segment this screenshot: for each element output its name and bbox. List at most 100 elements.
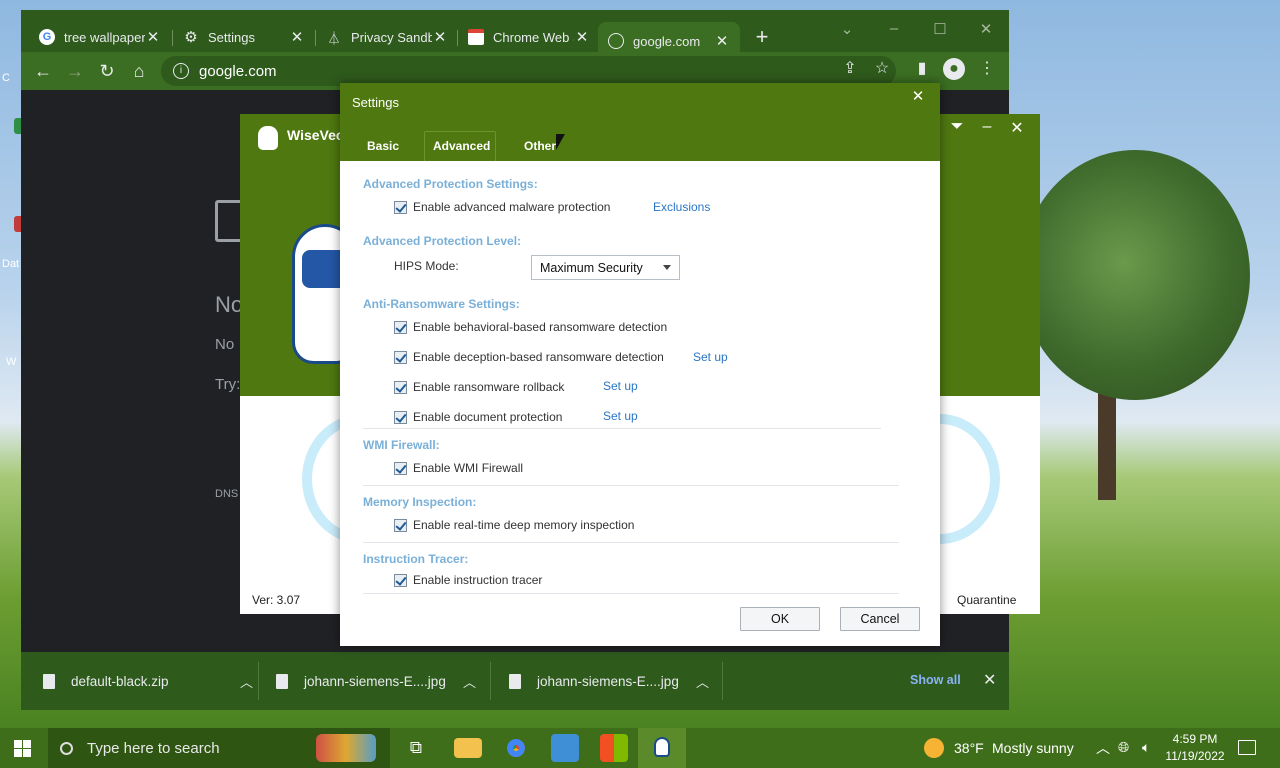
download-item[interactable]: johann-siemens-E....jpg ︿ xyxy=(276,652,476,710)
weather-description[interactable]: Mostly sunny xyxy=(992,740,1074,756)
show-all-link[interactable]: Show all xyxy=(910,673,961,687)
tab-search-icon[interactable]: ⌄ xyxy=(835,20,859,38)
network-globe-icon[interactable]: 🌐︎ xyxy=(1118,739,1129,756)
section-title: Instruction Tracer: xyxy=(363,552,469,566)
settings-header: Settings ✕ Basic Advanced Other xyxy=(340,83,940,161)
checkbox[interactable] xyxy=(394,200,407,214)
notification-icon[interactable] xyxy=(1238,740,1256,755)
checkbox[interactable] xyxy=(394,573,407,587)
wmi-firewall-checkbox[interactable]: Enable WMI Firewall xyxy=(394,461,523,475)
select-value: Maximum Security xyxy=(540,260,643,275)
checkbox[interactable] xyxy=(394,410,407,424)
section-title: Memory Inspection: xyxy=(363,495,477,509)
wisevector-close-button[interactable]: ✕ xyxy=(1007,118,1027,138)
weather-temperature[interactable]: 38°F xyxy=(954,740,984,756)
hips-mode-label: HIPS Mode: xyxy=(394,259,459,273)
clock-time[interactable]: 4:59 PM xyxy=(1166,732,1224,746)
download-divider xyxy=(722,662,723,700)
wisevector-icon xyxy=(654,737,670,757)
quarantine-link[interactable]: Quarantine xyxy=(957,593,1016,607)
document-protection-checkbox[interactable]: Enable document protection xyxy=(394,410,562,424)
close-tab-icon[interactable]: ✕ xyxy=(714,32,730,50)
tab-chrome-web-store[interactable]: Chrome Web Store ✕ xyxy=(458,22,600,52)
tab-label: Privacy Sandbox xyxy=(351,29,432,45)
try-label: Try: xyxy=(215,376,241,393)
tab-privacy-sandbox[interactable]: ⏃ Privacy Sandbox ✕ xyxy=(316,22,458,52)
hips-mode-select[interactable]: Maximum Security xyxy=(531,255,680,280)
deception-ransomware-checkbox[interactable]: Enable deception-based ransomware detect… xyxy=(394,350,664,364)
behavioral-ransomware-checkbox[interactable]: Enable behavioral-based ransomware detec… xyxy=(394,320,667,334)
exclusions-link[interactable]: Exclusions xyxy=(653,200,710,214)
profile-avatar-icon[interactable]: ● xyxy=(943,58,965,80)
back-button[interactable]: ← xyxy=(29,58,57,84)
image-file-icon xyxy=(276,673,288,689)
store-icon[interactable] xyxy=(600,734,628,762)
advanced-malware-checkbox[interactable]: Enable advanced malware protection xyxy=(394,200,610,214)
divider xyxy=(363,593,899,594)
document-setup-link[interactable]: Set up xyxy=(603,409,638,423)
tab-basic[interactable]: Basic xyxy=(367,139,399,153)
share-icon[interactable]: ⇪ xyxy=(839,58,861,80)
gear-icon: ⚙ xyxy=(184,29,198,46)
chrome-icon[interactable] xyxy=(502,734,530,762)
checkbox-label: Enable document protection xyxy=(413,410,563,424)
checkbox[interactable] xyxy=(394,320,407,334)
rollback-setup-link[interactable]: Set up xyxy=(603,379,638,393)
checkbox[interactable] xyxy=(394,350,407,364)
menu-icon[interactable]: ⋮ xyxy=(976,58,998,80)
volume-icon[interactable]: 🔈︎ xyxy=(1142,739,1150,756)
close-downloads-icon[interactable]: ✕ xyxy=(983,670,996,690)
memory-inspection-checkbox[interactable]: Enable real-time deep memory inspection xyxy=(394,518,634,532)
side-panel-icon[interactable]: ▮ xyxy=(911,58,933,80)
wisevector-taskbar-button[interactable] xyxy=(638,728,686,768)
windows-start-icon[interactable] xyxy=(14,740,31,757)
store-icon xyxy=(468,29,484,45)
forward-button[interactable]: → xyxy=(61,58,89,84)
ransomware-rollback-checkbox[interactable]: Enable ransomware rollback xyxy=(394,380,564,394)
close-tab-icon[interactable]: ✕ xyxy=(145,28,161,46)
cancel-button[interactable]: Cancel xyxy=(840,607,920,631)
photos-icon[interactable] xyxy=(551,734,579,762)
checkbox[interactable] xyxy=(394,461,407,475)
tab-advanced[interactable]: Advanced xyxy=(433,139,490,153)
download-item[interactable]: default-black.zip ︿ xyxy=(43,652,253,710)
close-tab-icon[interactable]: ✕ xyxy=(289,28,305,46)
maximize-button[interactable]: ☐ xyxy=(928,20,952,38)
chevron-up-icon[interactable]: ︿ xyxy=(463,672,476,691)
wisevector-menu-icon[interactable]: ⏷ xyxy=(947,118,967,136)
instruction-tracer-checkbox[interactable]: Enable instruction tracer xyxy=(394,573,542,587)
tab-label: google.com xyxy=(633,33,701,49)
divider xyxy=(363,485,899,486)
site-info-icon[interactable]: i xyxy=(173,63,189,79)
dialog-title: Settings xyxy=(352,95,399,110)
task-view-icon[interactable]: ⧉ xyxy=(402,734,430,762)
new-tab-button[interactable]: + xyxy=(748,24,776,52)
close-window-button[interactable]: ✕ xyxy=(974,20,998,38)
deception-setup-link[interactable]: Set up xyxy=(693,350,728,364)
clock-date[interactable]: 11/19/2022 xyxy=(1163,749,1227,763)
bookmark-star-icon[interactable]: ☆ xyxy=(871,58,893,80)
chevron-up-icon[interactable]: ︿ xyxy=(1096,738,1110,758)
taskbar-search-box[interactable]: Type here to search xyxy=(48,728,390,768)
wisevector-minimize-button[interactable]: – xyxy=(977,118,997,136)
file-explorer-icon[interactable] xyxy=(454,738,482,758)
close-icon[interactable]: ✕ xyxy=(908,87,928,105)
checkbox-label: Enable real-time deep memory inspection xyxy=(413,518,635,532)
checkbox[interactable] xyxy=(394,380,407,394)
ok-button[interactable]: OK xyxy=(740,607,820,631)
tab-tree-wallpaper[interactable]: G tree wallpaper ✕ xyxy=(29,22,171,52)
tab-label: Chrome Web Store xyxy=(493,29,574,45)
download-item[interactable]: johann-siemens-E....jpg ︿ xyxy=(509,652,709,710)
close-tab-icon[interactable]: ✕ xyxy=(432,28,448,46)
chevron-up-icon[interactable]: ︿ xyxy=(696,672,709,691)
checkbox[interactable] xyxy=(394,518,407,532)
tab-settings[interactable]: ⚙ Settings ✕ xyxy=(173,22,315,52)
reload-button[interactable]: ↻ xyxy=(93,58,121,84)
close-tab-icon[interactable]: ✕ xyxy=(574,28,590,46)
tab-other[interactable]: Other xyxy=(524,139,556,153)
address-bar[interactable]: i google.com xyxy=(161,56,896,86)
home-button[interactable]: ⌂ xyxy=(125,58,153,84)
minimize-button[interactable]: – xyxy=(882,20,906,37)
divider xyxy=(363,542,899,543)
chevron-up-icon[interactable]: ︿ xyxy=(240,672,253,691)
